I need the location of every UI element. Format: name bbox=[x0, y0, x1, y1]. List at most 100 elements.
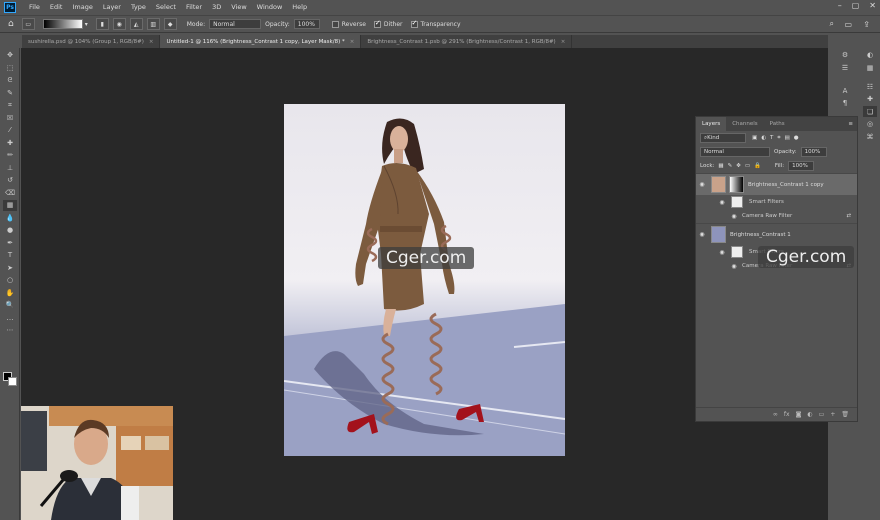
chevron-down-icon[interactable]: ▾ bbox=[85, 21, 88, 28]
brush-tool-icon[interactable]: ✏ bbox=[3, 150, 17, 161]
tab-paths[interactable]: Paths bbox=[764, 117, 791, 131]
lock-artboard-icon[interactable]: ▭ bbox=[745, 163, 750, 169]
close-icon[interactable]: × bbox=[149, 39, 154, 45]
visibility-eye-icon[interactable]: ◉ bbox=[696, 231, 708, 238]
diamond-gradient-icon[interactable]: ◆ bbox=[163, 18, 177, 30]
smart-filters-row[interactable]: ◉ Smart Filters bbox=[696, 195, 857, 209]
more-tools-icon[interactable]: … bbox=[3, 312, 17, 323]
menu-filter[interactable]: Filter bbox=[181, 3, 207, 11]
workspace-icon[interactable]: ▭ bbox=[844, 20, 852, 29]
filter-adjustment-icon[interactable]: ◐ bbox=[761, 135, 766, 141]
transparency-checkbox[interactable] bbox=[410, 19, 418, 28]
share-icon[interactable]: ⇪ bbox=[863, 20, 870, 29]
tab-sushirella[interactable]: sushirella.psd @ 104% (Group 1, RGB/8#) × bbox=[22, 35, 161, 48]
document-canvas[interactable]: Cger.com bbox=[284, 104, 565, 456]
maximize-button[interactable]: ▢ bbox=[852, 1, 860, 10]
visibility-eye-icon[interactable]: ◉ bbox=[716, 199, 728, 206]
opacity-input[interactable]: 100% bbox=[293, 19, 320, 29]
lock-pixels-icon[interactable]: ▦ bbox=[718, 163, 723, 169]
eyedropper-tool-icon[interactable]: ⁄ bbox=[3, 125, 17, 136]
filter-toggle-icon[interactable]: ● bbox=[794, 135, 799, 141]
menu-view[interactable]: View bbox=[226, 3, 251, 11]
lock-all-icon[interactable]: 🔒 bbox=[754, 163, 761, 169]
type-tool-icon[interactable]: T bbox=[3, 250, 17, 261]
layer-brightness-contrast-1[interactable]: ◉ Brightness_Contrast 1 bbox=[696, 223, 857, 245]
libraries-icon[interactable]: ☷ bbox=[863, 81, 877, 92]
quick-select-tool-icon[interactable]: ✎ bbox=[3, 87, 17, 98]
visibility-eye-icon[interactable]: ◉ bbox=[696, 181, 708, 188]
visibility-eye-icon[interactable]: ◉ bbox=[716, 249, 728, 256]
blur-tool-icon[interactable]: 💧 bbox=[3, 212, 17, 223]
radial-gradient-icon[interactable]: ◉ bbox=[112, 18, 126, 30]
learn-icon[interactable]: ✚ bbox=[863, 94, 877, 105]
lock-position-icon[interactable]: ✥ bbox=[736, 163, 741, 169]
path-select-icon[interactable]: ➤ bbox=[3, 262, 17, 273]
dodge-tool-icon[interactable]: ● bbox=[3, 225, 17, 236]
mode-select[interactable]: Normal bbox=[209, 19, 262, 29]
reflected-gradient-icon[interactable]: ▥ bbox=[146, 18, 160, 30]
filter-pixel-icon[interactable]: ▣ bbox=[752, 135, 757, 141]
menu-3d[interactable]: 3D bbox=[207, 3, 226, 11]
panel-menu-icon[interactable]: ≡ bbox=[848, 121, 857, 127]
lock-paint-icon[interactable]: ✎ bbox=[728, 163, 733, 169]
home-icon[interactable]: ⌂ bbox=[8, 19, 14, 29]
filter-options-icon[interactable]: ⇄ bbox=[846, 213, 857, 219]
menu-file[interactable]: File bbox=[24, 3, 45, 11]
tab-layers[interactable]: Layers bbox=[696, 117, 727, 131]
color-swatches[interactable] bbox=[3, 372, 17, 386]
tool-preset-picker[interactable]: ▭ bbox=[21, 18, 35, 30]
marquee-tool-icon[interactable]: ⬚ bbox=[3, 62, 17, 73]
menu-type[interactable]: Type bbox=[126, 3, 151, 11]
gradient-tool-icon[interactable]: ▦ bbox=[3, 199, 17, 211]
linear-gradient-icon[interactable]: ▮ bbox=[95, 18, 109, 30]
gradient-picker[interactable] bbox=[42, 19, 83, 29]
eraser-tool-icon[interactable]: ⌫ bbox=[3, 187, 17, 198]
search-icon[interactable]: ⌕ bbox=[830, 19, 834, 29]
camera-raw-filter-row[interactable]: ◉ Camera Raw Filter ⇄ bbox=[696, 209, 857, 223]
menu-window[interactable]: Window bbox=[252, 3, 288, 11]
frame-tool-icon[interactable]: ☒ bbox=[3, 112, 17, 123]
blend-mode-select[interactable]: Normal bbox=[700, 147, 770, 157]
lasso-tool-icon[interactable]: ᘓ bbox=[3, 75, 17, 86]
adjustments-icon[interactable]: ☰ bbox=[838, 62, 852, 73]
character-icon[interactable]: A bbox=[838, 85, 852, 96]
properties-icon[interactable]: ⚙ bbox=[838, 50, 852, 61]
color-icon[interactable]: ◐ bbox=[863, 50, 877, 61]
tab-channels[interactable]: Channels bbox=[726, 117, 763, 131]
filter-shape-icon[interactable]: ⌗ bbox=[777, 135, 780, 142]
move-tool-icon[interactable]: ✥ bbox=[3, 50, 17, 61]
shape-tool-icon[interactable]: ○ bbox=[3, 275, 17, 286]
clone-stamp-icon[interactable]: ⊥ bbox=[3, 162, 17, 173]
layers-icon[interactable]: ❏ bbox=[863, 106, 877, 117]
menu-image[interactable]: Image bbox=[67, 3, 97, 11]
reverse-checkbox[interactable] bbox=[331, 20, 339, 28]
hand-tool-icon[interactable]: ✋ bbox=[3, 287, 17, 298]
menu-edit[interactable]: Edit bbox=[45, 3, 68, 11]
filter-type-icon[interactable]: T bbox=[770, 135, 773, 141]
crop-tool-icon[interactable]: ⌗ bbox=[3, 100, 17, 111]
edit-toolbar-icon[interactable]: ⋯ bbox=[3, 325, 17, 336]
zoom-tool-icon[interactable]: 🔍 bbox=[3, 300, 17, 311]
adjustment-layer-icon[interactable]: ◐ bbox=[807, 411, 812, 418]
swatches-icon[interactable]: ▦ bbox=[863, 62, 877, 73]
history-brush-icon[interactable]: ↺ bbox=[3, 175, 17, 186]
paragraph-icon[interactable]: ¶ bbox=[838, 98, 852, 109]
tab-untitled-1[interactable]: Untitled-1 @ 116% (Brightness_Contrast 1… bbox=[160, 35, 362, 48]
layer-mask-thumbnail[interactable] bbox=[729, 176, 744, 193]
dither-checkbox[interactable] bbox=[373, 19, 381, 28]
layer-opacity-input[interactable]: 100% bbox=[800, 147, 827, 157]
filter-smart-icon[interactable]: ▤ bbox=[785, 135, 790, 141]
paths-icon[interactable]: ⌘ bbox=[863, 131, 877, 142]
fill-input[interactable]: 100% bbox=[788, 161, 815, 171]
pen-tool-icon[interactable]: ✒ bbox=[3, 237, 17, 248]
link-layers-icon[interactable]: ∞ bbox=[773, 411, 778, 418]
layer-brightness-contrast-copy[interactable]: ◉ Brightness_Contrast 1 copy bbox=[696, 173, 857, 195]
visibility-eye-icon[interactable]: ◉ bbox=[728, 213, 740, 220]
delete-layer-icon[interactable]: 🗑 bbox=[841, 411, 849, 418]
fx-icon[interactable]: fx bbox=[784, 411, 790, 418]
minimize-button[interactable]: – bbox=[838, 1, 842, 10]
new-layer-icon[interactable]: + bbox=[830, 411, 835, 418]
kind-filter-select[interactable]: ⌕ Kind bbox=[700, 133, 746, 143]
close-icon[interactable]: × bbox=[350, 39, 355, 45]
visibility-eye-icon[interactable]: ◉ bbox=[728, 263, 740, 270]
